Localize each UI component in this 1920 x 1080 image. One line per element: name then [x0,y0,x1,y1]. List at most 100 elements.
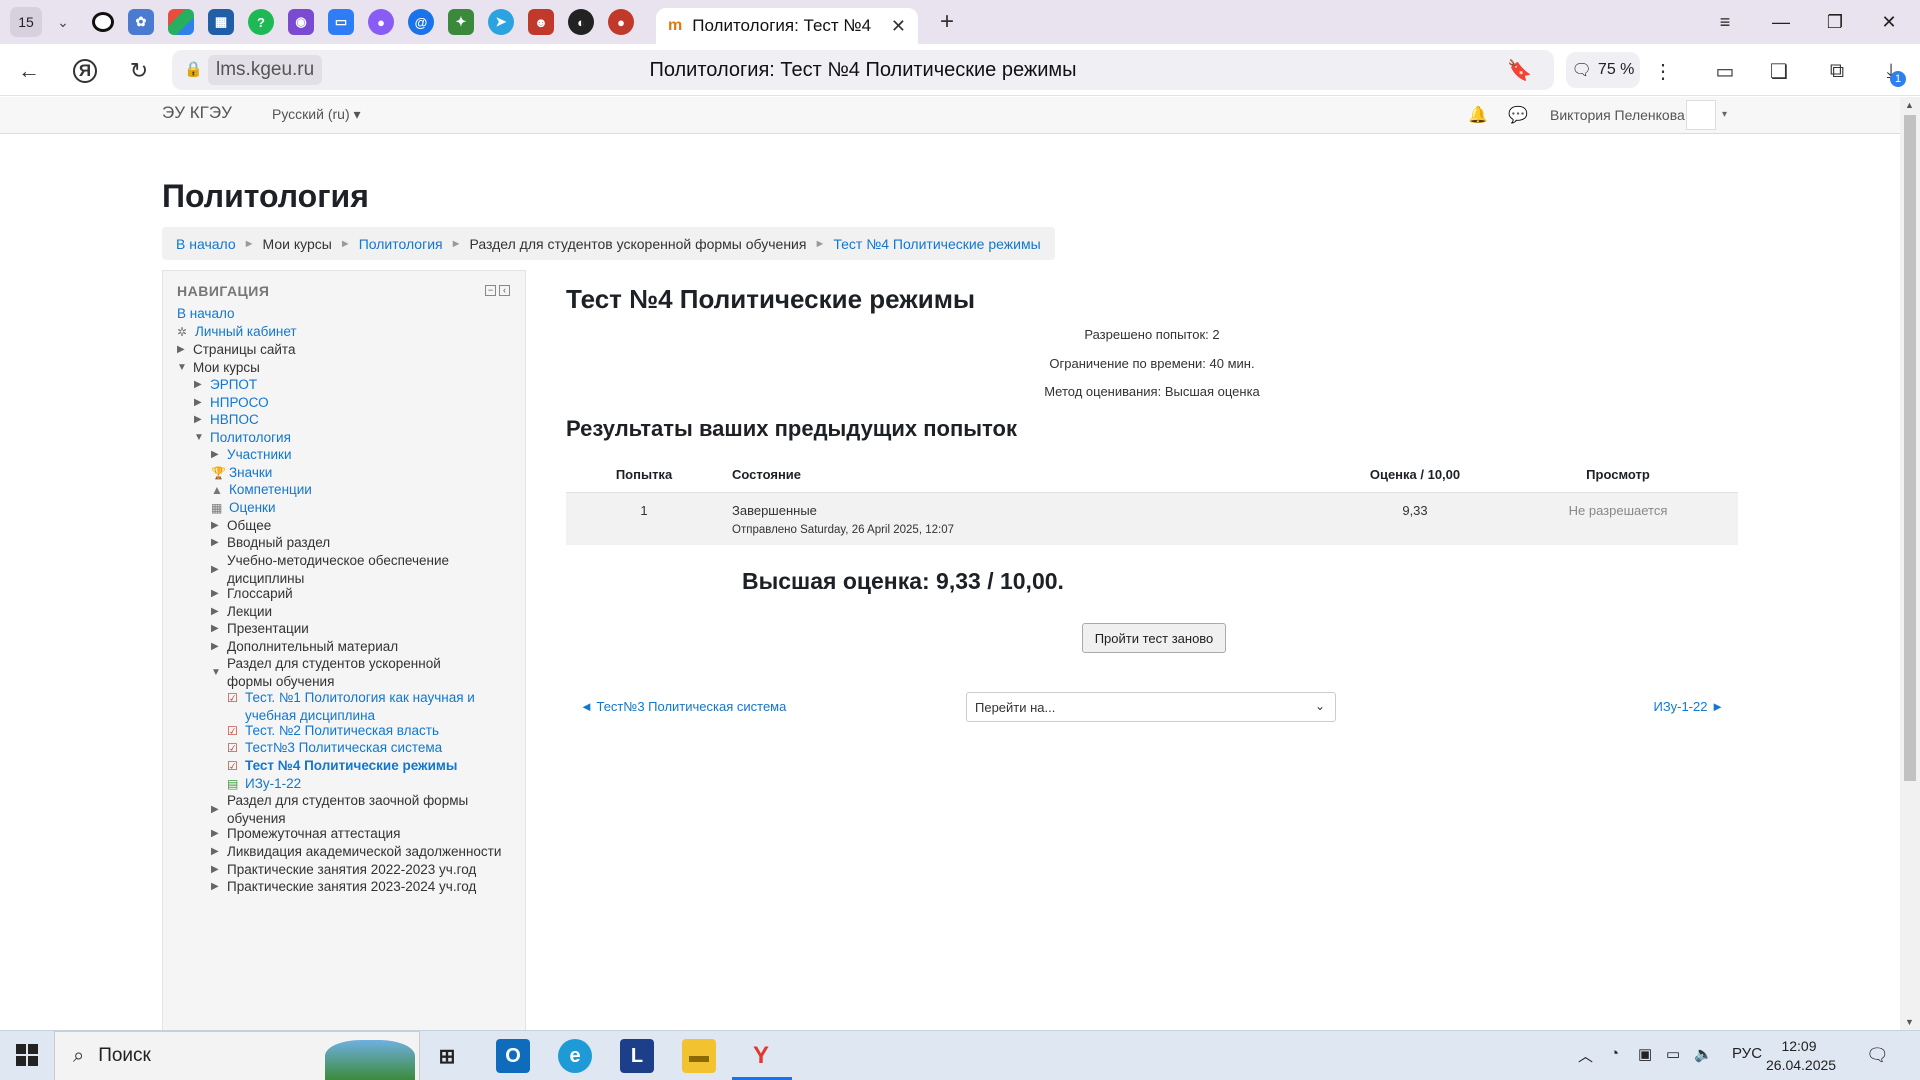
nav-item-course-politology[interactable]: Политология [210,429,291,447]
nav-item-course-nvpos[interactable]: НВПОС [210,411,259,429]
nav-item-intro-section[interactable]: Вводный раздел [227,534,330,552]
address-bar[interactable]: 🔒 lms.kgeu.ru Политология: Тест №4 Полит… [172,50,1554,90]
pinned-tab-14[interactable]: ● [608,9,634,35]
nav-item-course-nproso[interactable]: НПРОСО [210,394,269,412]
expand-arrow-icon[interactable]: ▶ [211,534,227,552]
dock-block-icon[interactable]: ‹ [499,285,510,296]
pinned-tab-3[interactable] [168,9,194,35]
pinned-tab-5[interactable]: ? [248,9,274,35]
volume-icon[interactable]: 🔈 [1694,1045,1713,1063]
minimize-button[interactable]: — [1754,0,1808,44]
extensions-icon[interactable]: ⧉ [1822,56,1852,86]
collapse-block-icon[interactable]: − [485,285,496,296]
expand-arrow-icon[interactable]: ▶ [211,517,227,535]
yandex-home-button[interactable]: Я [73,59,97,83]
scrollbar-thumb[interactable] [1904,115,1916,781]
expand-arrow-icon[interactable]: ▶ [194,376,210,394]
nav-item-practice-2022-2023[interactable]: Практические занятия 2022-2023 уч.год [227,861,476,879]
battery-saver-icon[interactable]: ▭ [1710,56,1740,86]
meet-now-icon[interactable]: ▣ [1638,1045,1652,1063]
expand-arrow-icon[interactable]: ▶ [211,585,227,603]
expand-arrow-icon[interactable]: ▶ [211,638,227,656]
pinned-tab-4[interactable]: ▦ [208,9,234,35]
windows-start-icon[interactable] [16,1044,38,1071]
site-brand[interactable]: ЭУ КГЭУ [162,103,232,123]
battery-icon[interactable]: ▭ [1666,1045,1680,1063]
l-app-icon[interactable]: L [620,1039,654,1073]
nav-item-test-4-current[interactable]: Тест №4 Политические режимы [245,757,457,775]
taskbar-clock[interactable]: 12:09 26.04.2025 [1766,1037,1836,1075]
yandex-browser-app-icon[interactable]: Y [744,1039,778,1073]
network-icon[interactable]: ◔ [1610,1045,1619,1062]
taskbar-search[interactable]: ⌕ Поиск [54,1031,420,1080]
expand-arrow-icon[interactable]: ▶ [211,825,227,843]
pinned-tab-11[interactable]: ➤ [488,9,514,35]
user-menu-caret-icon[interactable]: ▾ [1722,109,1727,120]
expand-arrow-icon[interactable]: ▶ [194,411,210,429]
breadcrumb-home[interactable]: В начало [176,236,236,252]
nav-item-test-2[interactable]: Тест. №2 Политическая власть [245,722,439,740]
nav-item-my-courses[interactable]: Мои курсы [193,359,260,377]
pinned-tab-10[interactable]: ✦ [448,9,474,35]
reload-button[interactable]: ↻ [122,54,156,88]
close-tab-icon[interactable]: ✕ [891,16,906,37]
nav-item-badges[interactable]: Значки [229,464,272,482]
user-name[interactable]: Виктория Пеленкова [1550,107,1685,123]
outlook-app-icon[interactable]: O [496,1039,530,1073]
close-window-button[interactable]: ✕ [1862,0,1916,44]
nav-item-course-erpot[interactable]: ЭРПОТ [210,376,257,394]
nav-item-competencies[interactable]: Компетенции [229,481,312,499]
messages-icon[interactable]: 💬 [1508,105,1528,125]
language-menu[interactable]: Русский (ru) ▾ [272,106,361,123]
collapse-arrow-icon[interactable]: ▼ [194,429,210,447]
page-scrollbar[interactable]: ▲ ▼ [1900,97,1920,1030]
nav-item-dashboard[interactable]: Личный кабинет [195,323,297,341]
nav-item-correspondence-section[interactable]: Раздел для студентов заочной формы обуче… [227,792,483,828]
file-explorer-icon[interactable]: ▬ [682,1039,716,1073]
nav-item-lectures[interactable]: Лекции [227,603,272,621]
nav-item-accelerated-section[interactable]: Раздел для студентов ускоренной формы об… [227,655,483,691]
expand-arrow-icon[interactable]: ▶ [211,446,227,464]
zoom-indicator[interactable]: 🗨 75 % [1566,52,1640,88]
restore-button[interactable]: ❐ [1808,0,1862,44]
nav-item-intermediate-attestation[interactable]: Промежуточная аттестация [227,825,400,843]
breadcrumb-course[interactable]: Политология [359,236,443,252]
pinned-tab-1[interactable] [92,12,114,32]
avatar[interactable] [1686,100,1716,130]
expand-arrow-icon[interactable]: ▶ [177,341,193,359]
collections-icon[interactable]: ❏ [1764,56,1794,86]
notifications-bell-icon[interactable]: 🔔 [1468,105,1488,125]
nav-item-study-materials[interactable]: Учебно-методическое обеспечение дисципли… [227,552,471,588]
tab-counter[interactable]: 15 [10,7,42,37]
tray-chevron-up-icon[interactable]: ︿ [1578,1045,1593,1066]
jump-to-select[interactable]: Перейти на... ⌄ [966,692,1336,722]
input-language[interactable]: РУС [1732,1045,1762,1062]
pinned-tab-13[interactable]: ◐ [568,9,594,35]
nav-item-general[interactable]: Общее [227,517,271,535]
nav-item-debt-liquidation[interactable]: Ликвидация академической задолженности [227,843,501,861]
expand-arrow-icon[interactable]: ▶ [211,843,227,861]
next-activity-link[interactable]: ИЗу-1-22 ► [1653,699,1724,714]
nav-item-test-3[interactable]: Тест№3 Политическая система [245,739,442,757]
expand-arrow-icon[interactable]: ▶ [211,801,227,819]
nav-item-site-pages[interactable]: Страницы сайта [193,341,295,359]
nav-item-home[interactable]: В начало [177,305,235,323]
expand-arrow-icon[interactable]: ▶ [211,620,227,638]
nav-item-presentations[interactable]: Презентации [227,620,309,638]
pinned-tab-2[interactable]: ✿ [128,9,154,35]
pinned-tab-9[interactable]: @ [408,9,434,35]
address-page-title[interactable]: Политология: Тест №4 Политические режимы [472,50,1254,90]
bookmark-icon[interactable]: 🔖 [1507,58,1532,83]
new-tab-button[interactable]: + [932,8,962,36]
expand-arrow-icon[interactable]: ▶ [211,861,227,879]
nav-item-izu-1-22[interactable]: ИЗу-1-22 [245,775,301,793]
nav-item-additional-material[interactable]: Дополнительный материал [227,638,398,656]
pinned-tab-8[interactable]: ● [368,9,394,35]
address-domain[interactable]: lms.kgeu.ru [208,55,323,85]
retake-quiz-button[interactable]: Пройти тест заново [1082,623,1226,653]
scroll-up-icon[interactable]: ▲ [1905,100,1914,110]
collapse-arrow-icon[interactable]: ▼ [211,664,227,682]
notifications-icon[interactable]: 🗨 [1866,1045,1889,1066]
collapse-arrow-icon[interactable]: ▼ [177,359,193,377]
expand-arrow-icon[interactable]: ▶ [211,603,227,621]
